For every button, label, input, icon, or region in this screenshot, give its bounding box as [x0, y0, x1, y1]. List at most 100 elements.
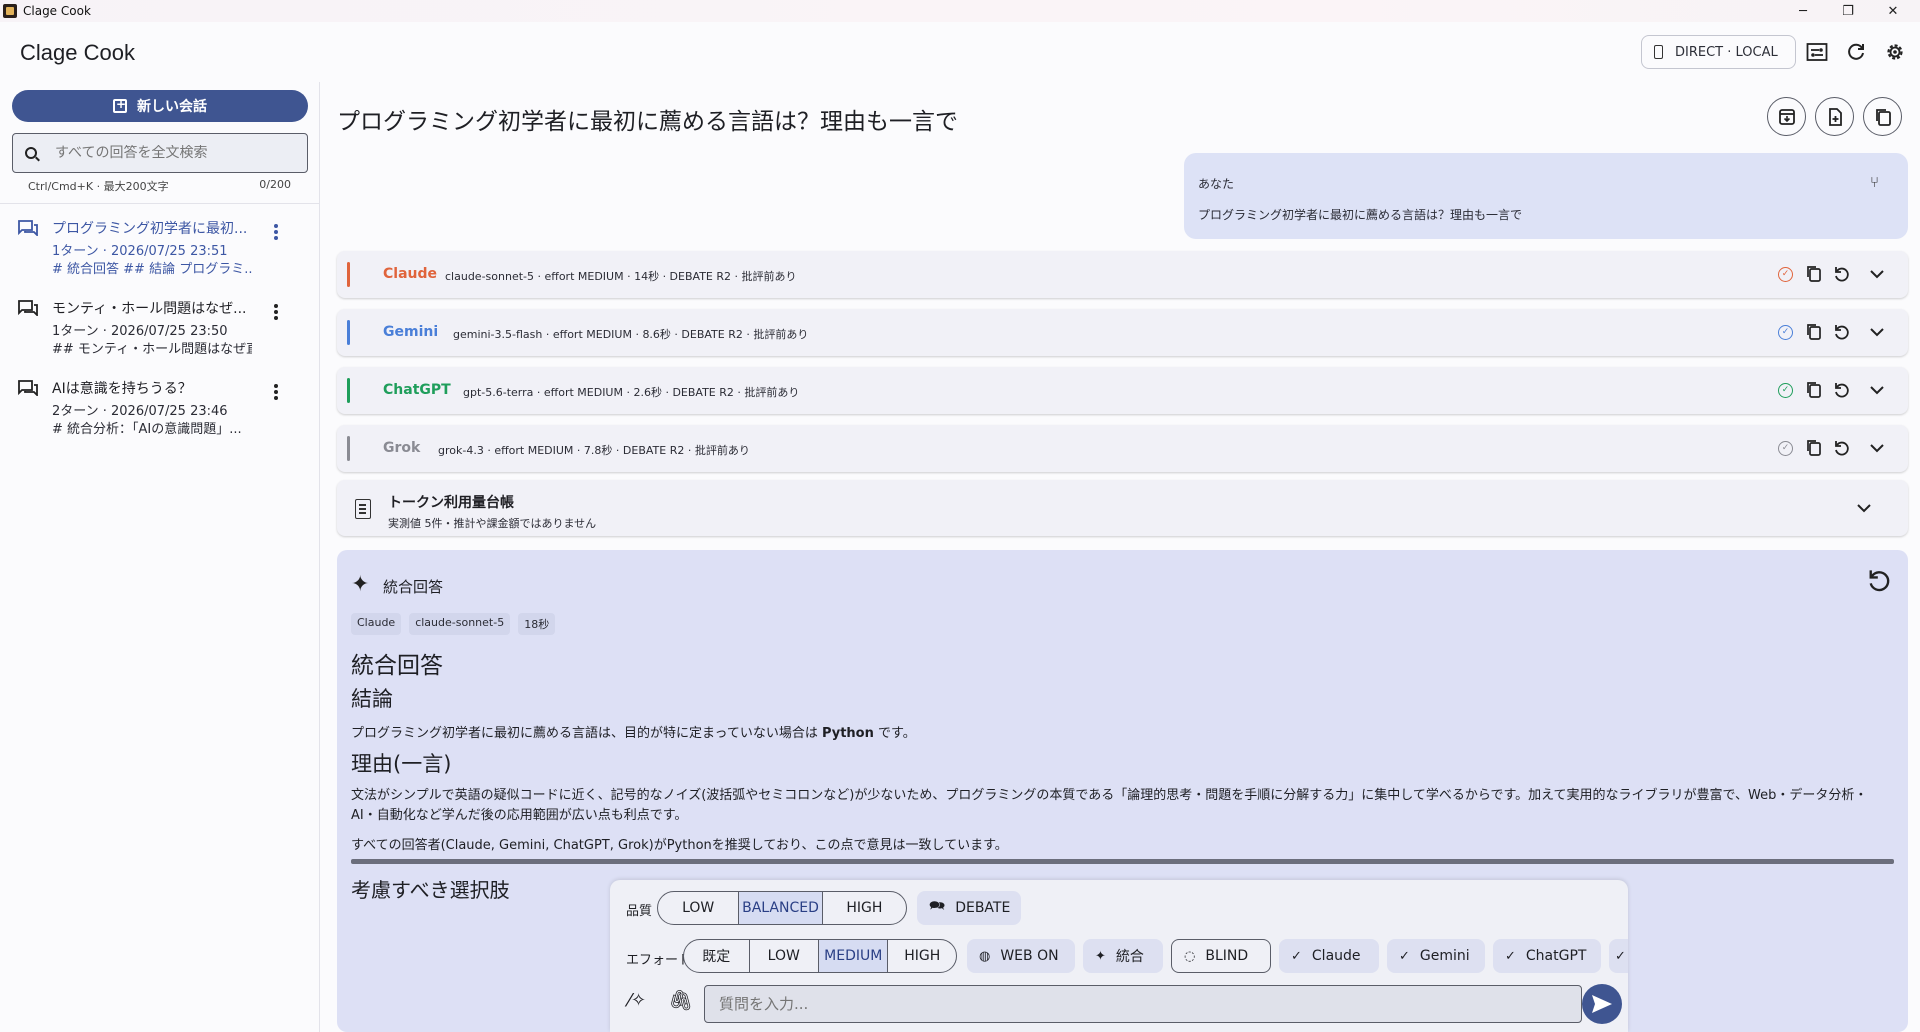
more-options-icon[interactable]	[273, 382, 279, 402]
model-card-grok[interactable]: Grok grok-4.3 · effort MEDIUM · 7.8秒 · D…	[337, 425, 1908, 472]
magic-wand-icon[interactable]: ⁄✧	[628, 990, 646, 1011]
user-label: あなた	[1198, 177, 1235, 191]
more-options-icon[interactable]	[273, 222, 279, 242]
copy-all-button[interactable]	[1863, 97, 1902, 136]
status-check-icon: ✓	[1778, 325, 1793, 340]
quality-high[interactable]: HIGH	[823, 892, 906, 924]
tag-model: claude-sonnet-5	[409, 613, 511, 635]
new-chat-label: 新しい会話	[137, 99, 207, 115]
message-input[interactable]	[704, 985, 1582, 1023]
retry-icon[interactable]	[1833, 265, 1851, 283]
effort-medium[interactable]: MEDIUM	[819, 940, 889, 972]
search-box[interactable]	[12, 133, 308, 173]
model-card-claude[interactable]: Claude claude-sonnet-5 · effort MEDIUM ·…	[337, 251, 1908, 298]
eye-off-icon: ◌	[1184, 948, 1196, 964]
blind-toggle[interactable]: ◌ BLIND	[1171, 939, 1271, 973]
check-icon: ✓	[1399, 948, 1410, 964]
export-button[interactable]	[1815, 97, 1854, 136]
regenerate-icon[interactable]	[1866, 568, 1892, 594]
conversation-item[interactable]: モンティ・ホール問題はなぜ... 1ターン · 2026/07/25 23:50…	[0, 298, 320, 370]
status-check-icon: ✓	[1778, 383, 1793, 398]
copy-icon[interactable]	[1805, 323, 1823, 341]
effort-selector[interactable]: 既定 LOW MEDIUM HIGH	[683, 939, 957, 973]
search-input[interactable]	[55, 145, 285, 161]
copy-icon[interactable]	[1805, 381, 1823, 399]
conversation-title: プログラミング初学者に最初...	[52, 221, 248, 237]
synthesis-toggle[interactable]: ✦ 統合	[1083, 939, 1163, 973]
chevron-down-icon[interactable]	[1869, 323, 1885, 341]
chevron-down-icon[interactable]	[1869, 265, 1885, 283]
copy-icon[interactable]	[1805, 439, 1823, 457]
gear-icon[interactable]	[1882, 39, 1908, 65]
chevron-down-icon[interactable]	[1856, 499, 1872, 517]
conversation-item[interactable]: プログラミング初学者に最初... 1ターン · 2026/07/25 23:51…	[0, 218, 320, 290]
answer-heading: 統合回答	[351, 653, 443, 679]
model-toggle-grok[interactable]: ✓	[1609, 939, 1628, 973]
globe-icon: ◍	[979, 948, 991, 964]
tag-duration: 18秒	[518, 613, 556, 635]
model-name: Grok	[383, 440, 421, 456]
mode-chip[interactable]: DIRECT · LOCAL	[1641, 35, 1796, 69]
retry-icon[interactable]	[1833, 381, 1851, 399]
retry-icon[interactable]	[1833, 439, 1851, 457]
model-meta: grok-4.3 · effort MEDIUM · 7.8秒 · DEBATE…	[438, 444, 750, 457]
close-button[interactable]: ✕	[1870, 0, 1916, 22]
sidebar-divider	[0, 203, 320, 204]
conversation-item[interactable]: AIは意識を持ちうる？ 2ターン · 2026/07/25 23:46 # 統合…	[0, 378, 320, 450]
refresh-icon[interactable]	[1843, 39, 1869, 65]
quality-selector[interactable]: LOW BALANCED HIGH	[657, 891, 907, 925]
model-name: Claude	[383, 266, 438, 282]
model-toggle-chatgpt[interactable]: ✓ ChatGPT	[1493, 939, 1601, 973]
web-toggle[interactable]: ◍ WEB ON	[967, 939, 1075, 973]
chevron-down-icon[interactable]	[1869, 439, 1885, 457]
chat-bubbles-icon: 🗪	[929, 899, 946, 914]
send-icon	[1592, 995, 1612, 1013]
check-icon: ✓	[1291, 948, 1302, 964]
token-ledger-subtitle: 実測値 5件・推計や課金額ではありません	[388, 517, 597, 530]
chat-icon	[18, 220, 38, 236]
app-name: Clage Cook	[20, 40, 135, 65]
app-logo-icon	[3, 4, 17, 18]
archive-button[interactable]	[1767, 97, 1806, 136]
attach-icon[interactable]: 🖇	[668, 988, 693, 1012]
model-accent-bar	[347, 436, 350, 461]
conversation-title: AIは意識を持ちうる？	[52, 381, 192, 397]
reason-heading: 理由(一言)	[351, 752, 452, 776]
restore-button[interactable]: ❐	[1825, 0, 1871, 22]
quality-low[interactable]: LOW	[658, 892, 740, 924]
conversation-preview: ## モンティ・ホール問題はなぜ直...	[52, 342, 252, 357]
more-options-icon[interactable]	[273, 302, 279, 322]
window-titlebar: Clage Cook ─ ❐ ✕	[0, 0, 1920, 22]
window-title: Clage Cook	[23, 4, 91, 18]
sparkle-icon: ✦	[1095, 948, 1106, 964]
status-check-icon: ✓	[1778, 441, 1793, 456]
model-toggle-claude[interactable]: ✓ Claude	[1279, 939, 1379, 973]
model-card-gemini[interactable]: Gemini gemini-3.5-flash · effort MEDIUM …	[337, 309, 1908, 356]
compare-icon[interactable]	[1804, 39, 1830, 65]
ledger-icon	[355, 499, 371, 519]
composer: 品質 LOW BALANCED HIGH 🗪 DEBATE エフォート 既定 LO…	[610, 880, 1628, 1032]
sparkle-icon: ✦	[351, 572, 370, 597]
effort-low[interactable]: LOW	[750, 940, 819, 972]
retry-icon[interactable]	[1833, 323, 1851, 341]
conversation-meta: 1ターン · 2026/07/25 23:50	[52, 324, 228, 339]
chevron-down-icon[interactable]	[1869, 381, 1885, 399]
minimize-button[interactable]: ─	[1780, 0, 1826, 22]
search-hint: Ctrl/Cmd+K · 最大200文字	[28, 180, 169, 193]
chat-icon	[18, 380, 38, 396]
check-icon: ✓	[1505, 948, 1516, 964]
copy-icon[interactable]	[1805, 265, 1823, 283]
model-card-chatgpt[interactable]: ChatGPT gpt-5.6-terra · effort MEDIUM · …	[337, 367, 1908, 414]
effort-default[interactable]: 既定	[684, 940, 750, 972]
send-button[interactable]	[1582, 984, 1622, 1024]
reason-text: 文法がシンプルで英語の疑似コードに近く、記号的なノイズ(波括弧やセミコロンなど)…	[351, 788, 1868, 823]
effort-high[interactable]: HIGH	[888, 940, 956, 972]
new-chat-button[interactable]: 新しい会話	[12, 90, 308, 122]
model-meta: claude-sonnet-5 · effort MEDIUM · 14秒 · …	[445, 270, 797, 283]
model-toggle-gemini[interactable]: ✓ Gemini	[1387, 939, 1485, 973]
search-count: 0/200	[259, 178, 291, 191]
token-ledger-card[interactable]: トークン利用量台帳 実測値 5件・推計や課金額ではありません	[337, 480, 1908, 536]
quality-balanced[interactable]: BALANCED	[739, 892, 823, 924]
branch-icon[interactable]: ⑂	[1870, 173, 1879, 191]
debate-chip[interactable]: 🗪 DEBATE	[917, 891, 1021, 925]
